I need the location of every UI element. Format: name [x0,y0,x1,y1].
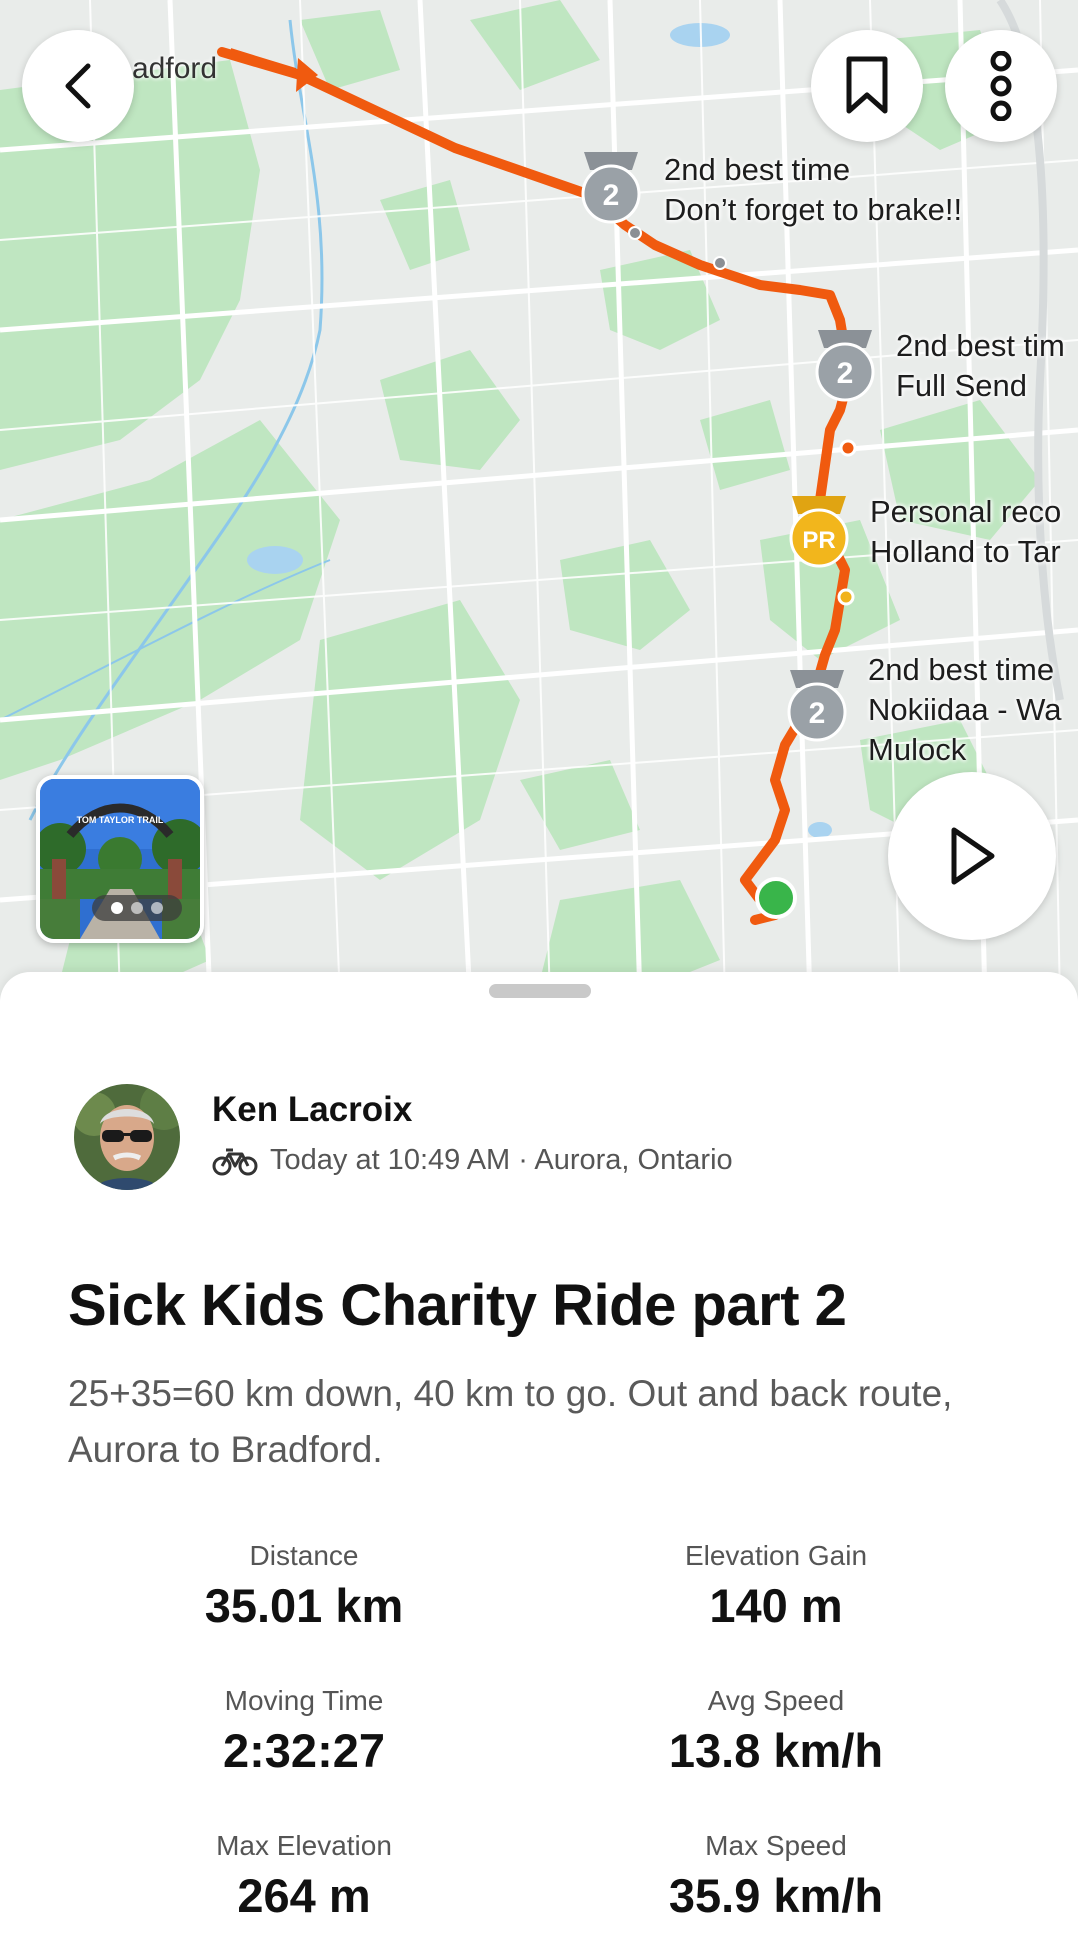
medal-rank-label: 2 [603,179,620,212]
bookmark-icon [846,56,888,114]
stat-value: 35.01 km [204,1579,404,1632]
medal-rank-label: PR [802,527,835,554]
carousel-dot [151,902,163,914]
map-town-label: adford [132,52,218,85]
avatar[interactable] [74,1084,180,1190]
sheet-drag-handle[interactable] [489,984,591,998]
stat-label: Max Speed [705,1830,847,1861]
segment-label[interactable]: 2nd best time Nokiidaa - Wa Mulock [868,650,1062,770]
back-button[interactable] [22,30,134,142]
athlete-avatar-image [74,1084,180,1190]
stat-avg-speed: Avg Speed 13.8 km/h [566,1685,986,1778]
segment-name: Full Send [896,368,1027,403]
activity-photo-thumbnail[interactable]: TOM TAYLOR TRAIL [36,775,204,943]
segment-achievement: 2nd best tim [896,328,1065,363]
carousel-dot [131,902,143,914]
carousel-dot [111,902,123,914]
silver-medal-icon[interactable]: 2 [778,666,856,746]
stat-label: Avg Speed [707,1685,845,1716]
photo-arch-text: TOM TAYLOR TRAIL [77,815,164,825]
stat-label: Elevation Gain [684,1540,868,1571]
stat-label: Max Elevation [216,1830,392,1861]
route-map[interactable]: adford 2 2 PR 2 2nd best time Don’t forg… [0,0,1078,1000]
stat-label: Moving Time [224,1685,384,1716]
save-route-button[interactable] [811,30,923,142]
stat-value: 2:32:27 [223,1724,385,1777]
activity-description: 25+35=60 km down, 40 km to go. Out and b… [68,1373,953,1470]
stat-max-elevation: Max Elevation 264 m [94,1830,514,1923]
bike-icon [212,1148,258,1175]
stat-value: 140 m [709,1579,843,1632]
segment-label[interactable]: Personal reco Holland to Tar [870,492,1061,572]
silver-medal-icon[interactable]: 2 [806,326,884,406]
segment-achievement: 2nd best time [868,652,1055,687]
stat-distance: Distance 35.01 km [94,1540,514,1633]
stat-elevation-gain: Elevation Gain 140 m [566,1540,986,1633]
more-options-button[interactable] [945,30,1057,142]
play-icon [951,827,995,885]
segment-achievement: 2nd best time [664,152,851,187]
activity-meta: Today at 10:49 AM · Aurora, Ontario [212,1144,733,1177]
photo-carousel-dots [92,895,182,921]
activity-title: Sick Kids Charity Ride part 2 [68,1273,847,1338]
flyover-play-button[interactable] [888,772,1056,940]
segment-achievement: Personal reco [870,494,1062,529]
medal-rank-label: 2 [837,357,854,390]
segment-name: Holland to Tar [870,534,1061,569]
segment-name: Don’t forget to brake!! [664,192,963,227]
stat-label: Distance [249,1540,359,1571]
silver-medal-icon[interactable]: 2 [572,148,650,228]
stat-moving-time: Moving Time 2:32:27 [94,1685,514,1778]
stat-max-speed: Max Speed 35.9 km/h [566,1830,986,1923]
medal-rank-label: 2 [809,697,826,730]
segment-label[interactable]: 2nd best time Don’t forget to brake!! [664,150,962,230]
activity-time-location: Today at 10:49 AM · Aurora, Ontario [270,1144,733,1176]
stat-value: 13.8 km/h [668,1724,884,1777]
athlete-name[interactable]: Ken Lacroix [212,1090,412,1130]
more-vertical-icon [990,51,1012,121]
segment-name-cont: Mulock [868,732,967,767]
pr-medal-icon[interactable]: PR [780,492,858,572]
segment-name: Nokiidaa - Wa [868,692,1062,727]
segment-label[interactable]: 2nd best tim Full Send [896,326,1065,406]
chevron-left-icon [65,63,91,109]
stat-value: 264 m [237,1869,371,1922]
stat-value: 35.9 km/h [668,1869,884,1922]
activity-details-sheet[interactable]: Ken Lacroix Today at 10:49 AM · Aurora, … [0,972,1078,1954]
